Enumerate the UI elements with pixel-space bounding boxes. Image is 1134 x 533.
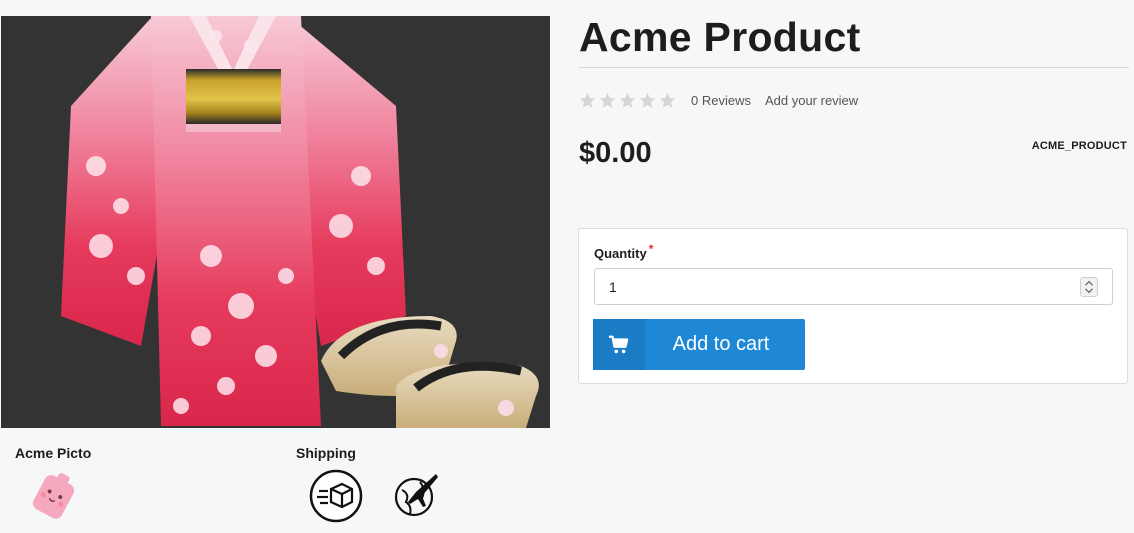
title-divider (579, 67, 1129, 68)
acme-picto-label: Acme Picto (15, 445, 92, 461)
box-delivery-icon (309, 469, 363, 523)
shipping-label: Shipping (296, 445, 356, 461)
quantity-label: Quantity * (594, 242, 653, 261)
quantity-stepper[interactable] (1080, 277, 1098, 297)
star-icon (659, 92, 676, 108)
product-price: $0.00 (579, 137, 652, 169)
quantity-input[interactable] (594, 268, 1113, 305)
rating-stars (579, 92, 676, 109)
add-to-cart-label: Add to cart (672, 333, 770, 355)
stepper-arrows-icon (1085, 280, 1093, 294)
star-icon (639, 92, 656, 108)
star-icon (599, 92, 616, 108)
required-mark: * (648, 242, 654, 256)
add-to-cart-form: Quantity* Add to cart (578, 228, 1128, 384)
pink-tag-picto-icon (24, 468, 84, 524)
star-icon (579, 92, 596, 108)
quantity-label-text: Quantity (594, 246, 647, 261)
product-sku: ACME_PRODUCT (1031, 140, 1127, 152)
add-to-cart-button[interactable]: Add to cart (593, 319, 805, 370)
product-title: Acme Product (579, 14, 861, 60)
kimono-image (61, 16, 539, 428)
reviews-count-link[interactable]: 0 Reviews (691, 93, 751, 108)
star-icon (619, 92, 636, 108)
cart-icon (593, 319, 645, 370)
product-rating: 0 Reviews Add your review (579, 92, 858, 109)
plane-globe-icon (392, 470, 440, 520)
product-main-image[interactable] (1, 16, 550, 428)
add-review-link[interactable]: Add your review (765, 93, 858, 108)
